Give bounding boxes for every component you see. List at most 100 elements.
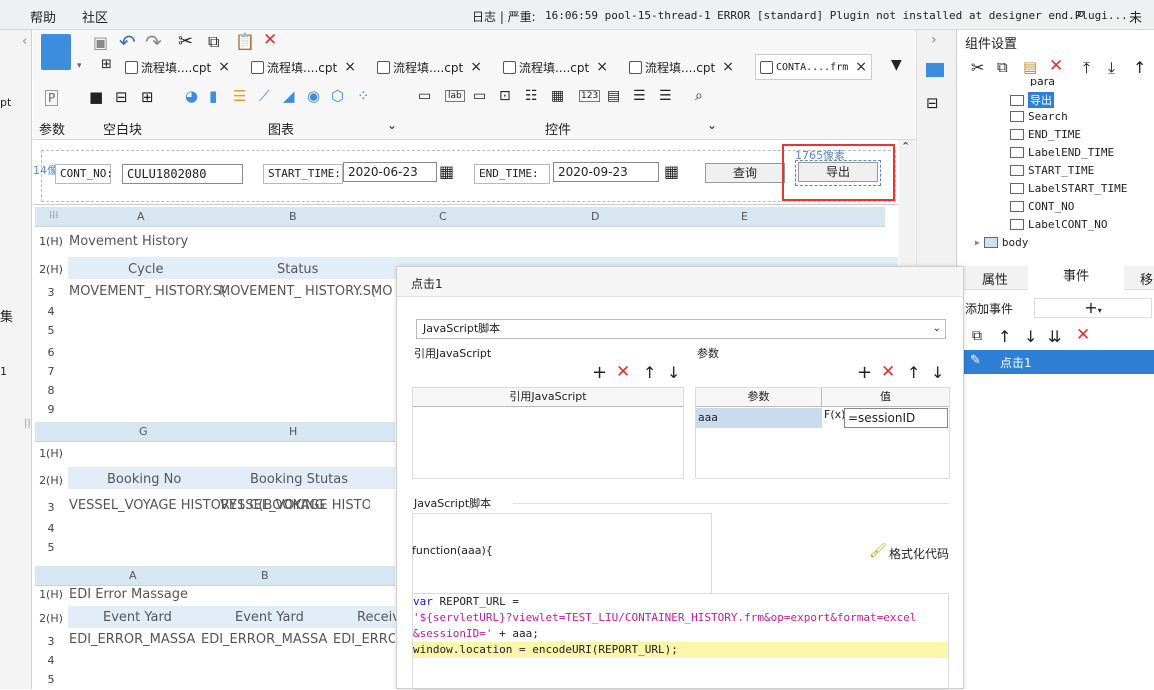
paste-icon[interactable]: 📋 <box>235 32 255 51</box>
scatter-chart-icon[interactable]: ⁘ <box>357 87 370 105</box>
widget-settings-icon[interactable] <box>926 63 944 77</box>
param-icon[interactable]: P <box>45 90 59 106</box>
dropdown-icon[interactable]: ▾ <box>77 61 82 71</box>
tab-3[interactable]: 流程填....cpt × <box>377 54 482 80</box>
copy-icon[interactable]: ⧉ <box>972 328 982 344</box>
query-button[interactable]: 查询 <box>705 163 785 183</box>
tree-item-label-end-time[interactable]: LabelEND_TIME <box>1010 146 1114 159</box>
tree-item-label-cont-no[interactable]: LabelCONT_NO <box>1010 218 1107 231</box>
close-icon[interactable]: × <box>344 59 356 75</box>
col-d[interactable]: D <box>591 210 599 223</box>
move-up-icon[interactable]: ↑ <box>998 327 1011 346</box>
export-button[interactable]: 导出 <box>798 162 878 182</box>
tree-item-end-time[interactable]: END_TIME <box>1010 128 1081 141</box>
list-widget-icon[interactable]: ☷ <box>525 88 538 104</box>
chevron-down-icon[interactable]: ⌄ <box>933 320 941 338</box>
label-widget-icon[interactable]: ▭ <box>418 88 431 104</box>
col-c[interactable]: C <box>439 210 447 223</box>
cell-b3[interactable]: MOVEMENT_ HISTORY.S( <box>219 284 376 299</box>
move-down-icon[interactable]: ↓ <box>1024 327 1037 346</box>
tab-list-icon[interactable]: ▼ <box>891 57 902 73</box>
start-time-input[interactable]: 2020-06-23 <box>343 162 437 182</box>
cell-a3[interactable]: EDI_ERROR_MASSAG <box>69 632 195 647</box>
combo-widget-icon[interactable]: ⊡ <box>499 88 511 104</box>
cont-no-input[interactable]: CULU1802080 <box>122 164 243 184</box>
tree-item-body[interactable]: ▶ body <box>975 236 1028 249</box>
date-widget-icon[interactable]: ▦ <box>551 88 564 104</box>
code-editor[interactable]: var REPORT_URL = '${servletURL}?viewlet=… <box>412 593 949 690</box>
log-message[interactable]: 16:06:59 pool-15-thread-1 ERROR [standar… <box>545 9 1128 22</box>
move-bottom-icon[interactable]: ⤓ <box>1108 58 1115 78</box>
cell-h3[interactable]: VESSEL_VOYAGE HISTORY1.C(BOOKING <box>220 498 370 513</box>
move-up-icon[interactable]: ↑ <box>643 363 656 382</box>
cell-c3[interactable]: MO <box>371 284 392 299</box>
splitter-handle[interactable]: || <box>24 418 31 429</box>
move-top-icon[interactable]: ⤒ <box>1083 58 1090 78</box>
undo-icon[interactable]: ↶ <box>119 30 136 54</box>
tab-properties[interactable]: 属性 <box>982 269 1008 288</box>
move-up-icon[interactable]: ↑ <box>907 363 920 382</box>
sort-down-icon[interactable]: ⇊ <box>1048 327 1061 346</box>
param-name-cell[interactable]: aaa <box>696 408 822 428</box>
add-icon[interactable]: + <box>592 362 607 383</box>
col-h[interactable]: H <box>289 425 297 438</box>
move-down-icon[interactable]: ↓ <box>667 363 680 382</box>
radio-widget-icon[interactable]: ☰ <box>633 88 646 104</box>
tab-2[interactable]: 流程填....cpt × <box>251 54 356 80</box>
number-widget-icon[interactable]: 123 <box>579 90 601 102</box>
tab-move[interactable]: 移 <box>1140 269 1153 288</box>
gauge-chart-icon[interactable]: ◉ <box>307 87 320 105</box>
tree-item-export[interactable]: 导出 <box>1010 92 1054 108</box>
close-icon[interactable]: × <box>218 59 230 75</box>
add-event-button[interactable]: +▾ <box>1034 298 1152 318</box>
cut-icon[interactable]: ✂ <box>178 31 193 52</box>
cut-icon[interactable]: ✂ <box>971 58 984 77</box>
area-chart-icon[interactable]: ◢ <box>283 87 295 105</box>
col-a[interactable]: A <box>129 569 137 582</box>
redo-icon[interactable]: ↷ <box>145 30 162 54</box>
copy-icon[interactable]: ⧉ <box>208 32 219 52</box>
tree-item-label-start-time[interactable]: LabelSTART_TIME <box>1010 182 1127 195</box>
col-g[interactable]: G <box>139 425 148 438</box>
col-b[interactable]: B <box>289 210 297 223</box>
col-a[interactable]: A <box>137 210 145 223</box>
textarea-widget-icon[interactable]: ▤ <box>607 88 620 104</box>
absolute-block-icon[interactable]: ⊞ <box>141 88 154 106</box>
close-icon[interactable]: × <box>855 59 867 75</box>
tree-item-cont-no[interactable]: CONT_NO <box>1010 200 1074 213</box>
bar-chart-icon[interactable]: ▮ <box>209 87 217 105</box>
move-up-icon[interactable]: ↑ <box>1133 58 1146 77</box>
blank-block-icon[interactable]: ■ <box>89 88 103 106</box>
script-type-select[interactable]: JavaScript脚本 ⌄ <box>416 319 946 339</box>
chevron-right-icon[interactable]: › <box>931 32 937 48</box>
col-e[interactable]: E <box>741 210 748 223</box>
cell-a3[interactable]: MOVEMENT_ HISTORY.S( <box>69 284 226 299</box>
copy-icon[interactable]: ⧉ <box>997 58 1008 76</box>
hbar-chart-icon[interactable]: ☰ <box>233 87 246 105</box>
end-time-input[interactable]: 2020-09-23 <box>553 162 659 182</box>
tree-item-search[interactable]: Search <box>1010 110 1068 123</box>
line-chart-icon[interactable]: ⟋ <box>259 87 270 105</box>
lab-widget-icon[interactable]: lab <box>445 90 465 102</box>
layout-icon[interactable]: ⊟ <box>926 94 939 112</box>
formula-icon[interactable]: F(x) <box>824 408 845 421</box>
cell-b3[interactable]: EDI_ERROR_MASSAG <box>201 632 327 647</box>
ref-js-table[interactable]: 引用JavaScript <box>412 387 684 479</box>
tab-block-icon[interactable]: ⊟ <box>115 88 128 106</box>
format-code-button[interactable]: 格式化代码 <box>889 545 949 562</box>
menu-help[interactable]: 帮助 <box>30 7 56 26</box>
tab-events[interactable]: 事件 <box>1028 266 1124 290</box>
col-b[interactable]: B <box>261 569 269 582</box>
chevron-left-icon[interactable]: ‹ <box>22 34 27 49</box>
delete-icon[interactable]: ✕ <box>616 362 630 382</box>
tab-1[interactable]: 流程填....cpt × <box>125 54 230 80</box>
tab-4[interactable]: 流程填....cpt × <box>503 54 608 80</box>
pie-chart-icon[interactable]: ◕ <box>185 87 198 105</box>
tree-item-para[interactable]: para <box>1030 76 1055 86</box>
chevron-up-icon[interactable]: ⌃ <box>901 140 910 153</box>
cell-c3[interactable]: EDI_ERRO <box>333 632 395 647</box>
chevron-down-icon[interactable]: ⌄ <box>707 118 717 132</box>
new-file-icon[interactable] <box>41 34 71 70</box>
search-icon[interactable]: ⌕ <box>1076 4 1086 24</box>
tree-item-start-time[interactable]: START_TIME <box>1010 164 1094 177</box>
